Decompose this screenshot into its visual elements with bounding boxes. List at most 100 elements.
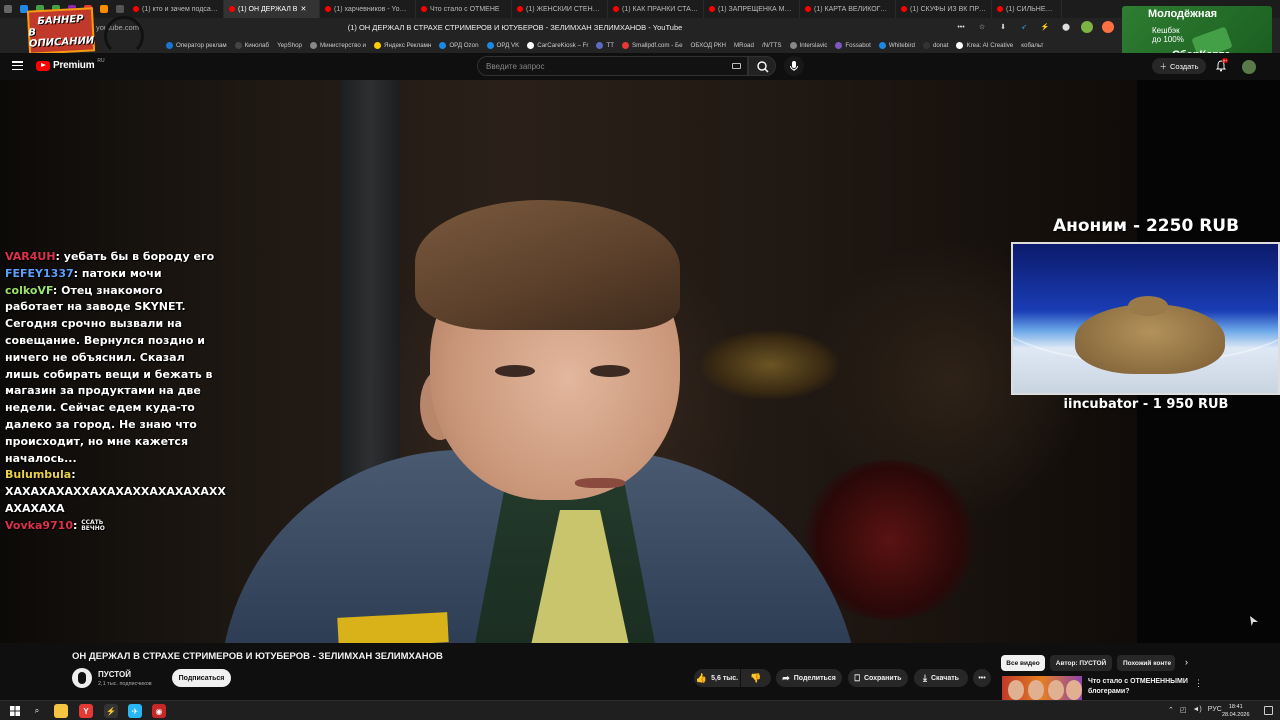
page-title: (1) ОН ДЕРЖАЛ В СТРАХЕ СТРИМЕРОВ И ЮТУБЕ… bbox=[347, 23, 683, 32]
subscribe-button[interactable]: Подписаться bbox=[172, 669, 231, 687]
channel-name[interactable]: ПУСТОЙ bbox=[98, 670, 131, 679]
extension-icon[interactable]: ⚡ bbox=[1039, 21, 1051, 33]
close-tab-icon[interactable]: ✕ bbox=[300, 5, 306, 13]
extension-icon[interactable] bbox=[1102, 21, 1114, 33]
youtube-logo[interactable]: Premium RU bbox=[36, 57, 105, 71]
overlay-banner: БАННЕР В ОПИСАНИИ bbox=[26, 7, 96, 55]
more-icon: ••• bbox=[978, 674, 986, 682]
bookmark[interactable]: ОРД VK bbox=[486, 42, 519, 49]
tray-chevron-icon[interactable]: ⌃ bbox=[1168, 706, 1174, 714]
bookmark[interactable]: MRoad bbox=[734, 42, 754, 49]
youtube-favicon-icon bbox=[613, 6, 619, 12]
browser-tab[interactable]: (1) ЖЕНСКИЙ СТЕНДАП bbox=[512, 0, 608, 18]
filter-chip-all[interactable]: Все видео bbox=[1001, 655, 1045, 671]
chat-emote-icon: ССАТЬ ВЕЧНО bbox=[81, 518, 105, 532]
pinned-tab-1[interactable] bbox=[0, 0, 16, 18]
address-bar: youtube.com (1) ОН ДЕРЖАЛ В СТРАХЕ СТРИМ… bbox=[0, 18, 1280, 38]
person-eye bbox=[590, 365, 630, 377]
menu-icon[interactable] bbox=[12, 61, 23, 71]
windows-start-icon[interactable] bbox=[8, 704, 22, 718]
bookmark[interactable]: Krea: AI Creative bbox=[956, 42, 1013, 49]
bookmark[interactable]: кобальт bbox=[1021, 42, 1043, 49]
clock[interactable]: 18:41 28.04.2026 bbox=[1222, 703, 1250, 719]
keyboard-icon[interactable] bbox=[732, 63, 741, 69]
ad-line: Молодёжная bbox=[1148, 8, 1218, 20]
share-button[interactable]: ➦ Поделиться bbox=[776, 669, 842, 687]
youtube-favicon-icon bbox=[517, 6, 523, 12]
browser-tab[interactable]: (1) КАК ПРАНКИ СТАЛИ bbox=[608, 0, 704, 18]
browser-tab[interactable]: (1) ЗАПРЕЩЁНКА МЕСС bbox=[704, 0, 800, 18]
browser-tab[interactable]: Что стало с ОТМЕНЕ bbox=[416, 0, 512, 18]
browser-tab[interactable]: (1) харчевников - YouTub bbox=[320, 0, 416, 18]
kebab-menu-icon[interactable]: ⋮ bbox=[1194, 678, 1203, 689]
yandex-browser-icon[interactable]: Y bbox=[79, 704, 93, 718]
bookmark[interactable]: Whitebird bbox=[878, 42, 915, 49]
volume-icon[interactable]: ◄) bbox=[1193, 706, 1202, 714]
pinned-tab-7[interactable] bbox=[96, 0, 112, 18]
bookmark[interactable]: CarCareKiosk – Fr bbox=[527, 42, 588, 49]
more-icon[interactable]: ••• bbox=[955, 21, 967, 33]
creature-head bbox=[1128, 296, 1168, 316]
dislike-button[interactable]: 👎 bbox=[741, 669, 771, 687]
file-explorer-icon[interactable] bbox=[54, 704, 68, 718]
search-input[interactable] bbox=[486, 61, 716, 72]
extension-icon[interactable]: ⬤ bbox=[1060, 21, 1072, 33]
chat-username: FEFEY1337 bbox=[5, 266, 74, 280]
chat-text: Отец знакомого работает на заводе SKYNET… bbox=[5, 283, 213, 465]
extension-icon[interactable] bbox=[1081, 21, 1093, 33]
chat-message: Bulumbula: ХАХАХАХАХХАХАХАХХАХАХАХАХХ АХ… bbox=[5, 468, 226, 515]
filter-chip-author[interactable]: Автор: ПУСТОЙ bbox=[1050, 655, 1112, 671]
bookmark[interactable]: Fossabot bbox=[835, 42, 871, 49]
bookmark-favicon-icon bbox=[373, 42, 381, 49]
telegram-icon[interactable]: ✈ bbox=[128, 704, 142, 718]
bookmark[interactable]: Министерство и bbox=[309, 42, 366, 49]
browser-tab-active[interactable]: (1) ОН ДЕРЖАЛ В ✕ bbox=[224, 0, 320, 18]
filter-chip-related[interactable]: Похожий конте bbox=[1117, 655, 1175, 671]
create-button[interactable]: ＋ Создать bbox=[1152, 58, 1206, 74]
browser-tab[interactable]: (1) СКУФЫ ИЗ ВК ПРОБ bbox=[896, 0, 992, 18]
bookmark[interactable]: ОРД Ozon bbox=[439, 42, 479, 49]
save-button[interactable]: ⎕ Сохранить bbox=[848, 669, 908, 687]
bookmark-favicon-icon bbox=[956, 42, 964, 49]
language-indicator[interactable]: РУС bbox=[1208, 706, 1222, 714]
notification-center-icon[interactable] bbox=[1264, 706, 1273, 715]
network-icon[interactable]: ◰ bbox=[1180, 706, 1187, 714]
bookmark-folder[interactable]: ОБХОД РКН bbox=[691, 42, 726, 49]
download-button[interactable]: ⤓ Скачать bbox=[914, 669, 968, 687]
bookmark[interactable]: YepShop bbox=[277, 42, 302, 49]
app-icon[interactable]: ◉ bbox=[152, 704, 166, 718]
search-icon[interactable]: ⌕ bbox=[30, 704, 44, 718]
plus-icon: ＋ bbox=[1159, 61, 1167, 71]
bookmark-icon[interactable]: ☆ bbox=[976, 21, 988, 33]
chat-message: FEFEY1337: патоки мочи bbox=[5, 266, 162, 280]
download-icon[interactable]: ⬇ bbox=[997, 21, 1009, 33]
bookmark[interactable]: Кинолаб bbox=[234, 42, 269, 49]
account-avatar[interactable] bbox=[1242, 60, 1256, 74]
chevron-right-icon[interactable]: › bbox=[1185, 657, 1188, 667]
channel-avatar[interactable] bbox=[72, 668, 92, 688]
bookmark[interactable]: Smallpdf.com - Бе bbox=[622, 42, 683, 49]
browser-tab[interactable]: (1) кто и зачем подсади bbox=[128, 0, 224, 18]
bookmark[interactable]: Оператор реклам bbox=[166, 42, 227, 49]
browser-tab[interactable]: (1) КАРТА ВЕЛИКОГО П bbox=[800, 0, 896, 18]
share-icon: ➦ bbox=[782, 672, 790, 683]
next-video-thumbnail[interactable] bbox=[1002, 676, 1082, 700]
person-hair bbox=[415, 200, 680, 330]
bookmark[interactable]: donat bbox=[922, 42, 948, 49]
voice-search-button[interactable] bbox=[784, 56, 804, 76]
region-label: RU bbox=[97, 57, 105, 64]
youtube-favicon-icon bbox=[901, 6, 907, 12]
app-icon[interactable]: ⚡ bbox=[104, 704, 118, 718]
bookmark[interactable]: TT bbox=[596, 42, 614, 49]
bookmark[interactable]: /N/TTS bbox=[762, 42, 782, 49]
bookmark[interactable]: Яндекс Рекламн bbox=[373, 42, 431, 49]
person-eye bbox=[495, 365, 535, 377]
browser-tab[interactable]: (1) СИЛЬНЕЙШИЙ РОП bbox=[992, 0, 1062, 18]
next-video-title[interactable]: Что стало с ОТМЕНЕННЫМИ блогерами? bbox=[1088, 677, 1188, 696]
ad-line: Кешбэк bbox=[1152, 26, 1180, 35]
bookmark[interactable]: Interslavic bbox=[789, 42, 827, 49]
extension-icon[interactable]: ➶ bbox=[1018, 21, 1030, 33]
search-button[interactable] bbox=[748, 56, 776, 76]
more-actions-button[interactable]: ••• bbox=[973, 669, 991, 687]
like-button[interactable]: 👍 5,6 тыс. bbox=[694, 669, 740, 687]
